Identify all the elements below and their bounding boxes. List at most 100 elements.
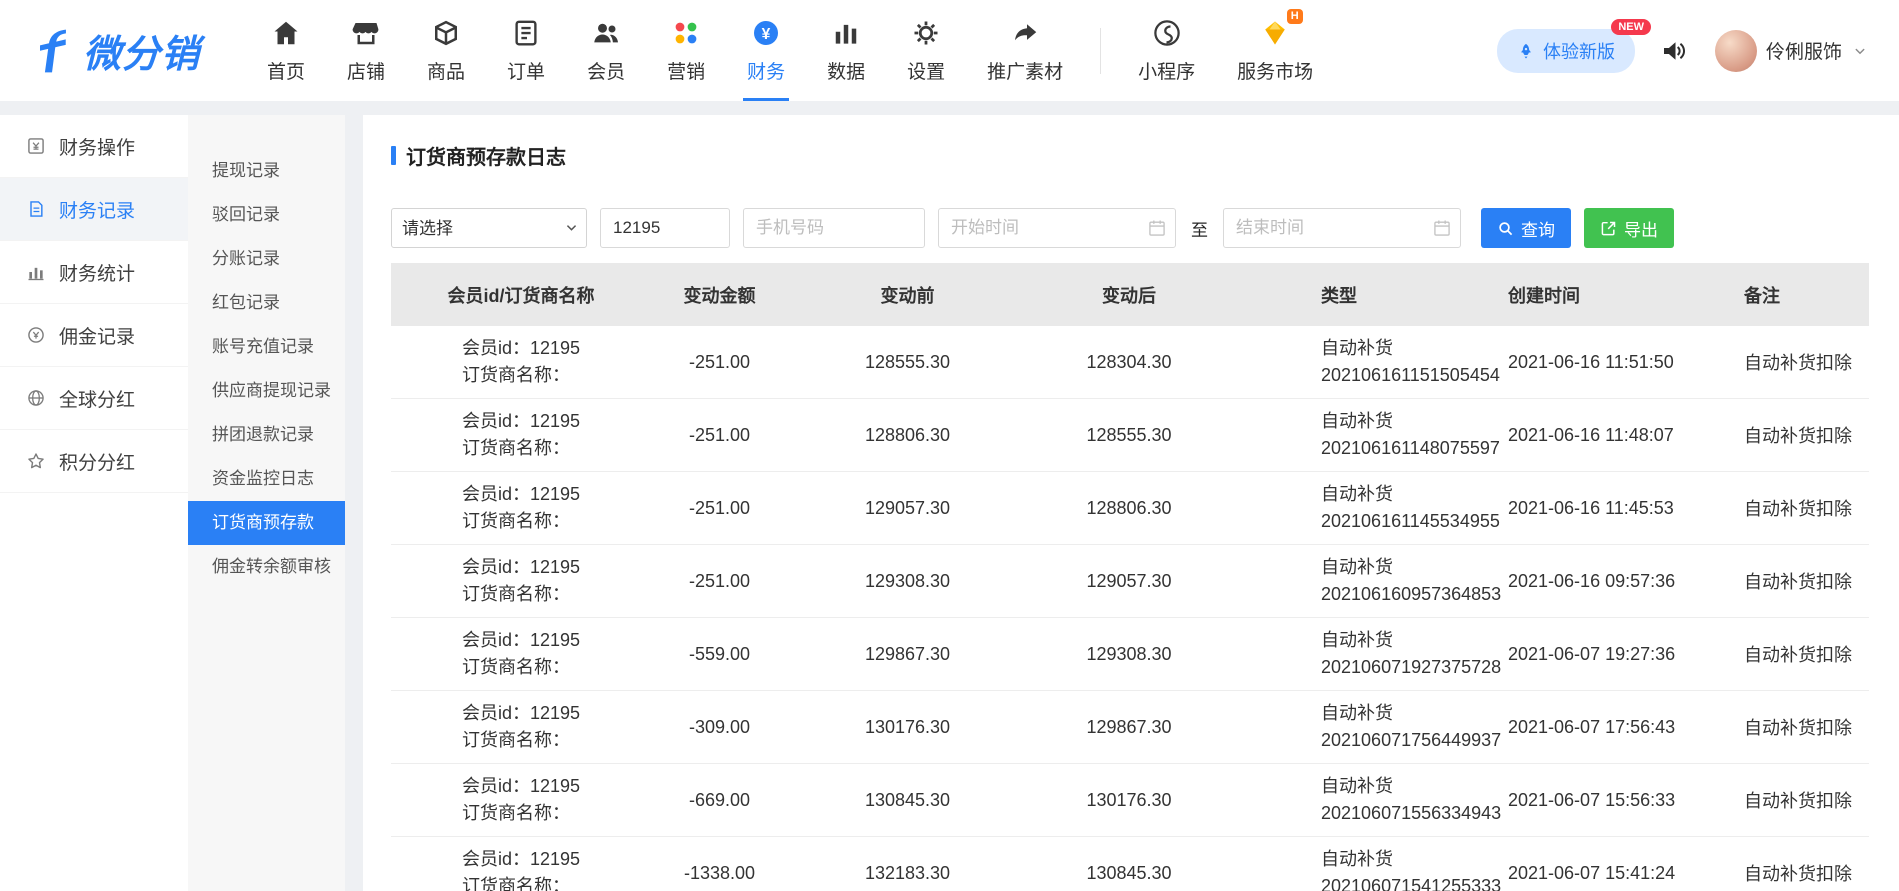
nav-item-shop[interactable]: 店铺: [326, 0, 406, 101]
nav-item-miniapp[interactable]: 小程序: [1117, 0, 1216, 101]
user-account-menu[interactable]: 伶俐服饰: [1715, 30, 1869, 72]
cell-created-time: 2021-06-07 19:27:36: [1508, 644, 1744, 665]
dealer-name-label: 订货商名称：: [462, 362, 580, 389]
submenu-item[interactable]: 佣金转余额审核: [188, 545, 345, 589]
submenu-item[interactable]: 资金监控日志: [188, 457, 345, 501]
type-select[interactable]: 请选择: [391, 208, 587, 248]
submenu-item[interactable]: 分账记录: [188, 237, 345, 281]
sidebar-item-points-dividend[interactable]: 积分分红: [0, 430, 188, 493]
dealer-name-label: 订货商名称：: [462, 654, 580, 681]
cell-after-balance: 128806.30: [1027, 498, 1231, 519]
submenu-item[interactable]: 红包记录: [188, 281, 345, 325]
nav-label: 首页: [267, 57, 305, 84]
main-nav: 首页 店铺 商品 订单 会员 营销 ¥ 财务 数据: [246, 0, 1334, 101]
cell-before-balance: 129308.30: [788, 571, 1027, 592]
new-badge: NEW: [1611, 19, 1651, 35]
chevron-down-icon: [1851, 42, 1869, 60]
cell-after-balance: 130176.30: [1027, 790, 1231, 811]
nav-item-data[interactable]: 数据: [806, 0, 886, 101]
export-button[interactable]: 导出: [1584, 208, 1674, 248]
nav-item-marketing[interactable]: 营销: [646, 0, 726, 101]
cell-type: 自动补货: [1321, 335, 1508, 362]
data-icon: [831, 18, 862, 49]
calendar-icon[interactable]: [1432, 218, 1452, 238]
sidebar-item-label: 积分分红: [59, 448, 135, 475]
cell-after-balance: 128555.30: [1027, 425, 1231, 446]
table-row: 会员id：12195 订货商名称： -251.00 128555.30 1283…: [391, 326, 1869, 399]
submenu-item[interactable]: 账号充值记录: [188, 325, 345, 369]
nav-item-home[interactable]: 首页: [246, 0, 326, 101]
settings-gear-icon: [911, 18, 942, 49]
start-date-input[interactable]: [938, 208, 1176, 248]
submenu-item-label: 账号充值记录: [212, 337, 314, 356]
service-market-icon: [1260, 18, 1291, 49]
member-id-input[interactable]: [600, 208, 730, 248]
nav-label: 小程序: [1138, 57, 1195, 84]
cell-remark: 自动补货扣除: [1744, 787, 1869, 813]
submenu-item[interactable]: 提现记录: [188, 149, 345, 193]
sidebar-item-finance-stats[interactable]: 财务统计: [0, 241, 188, 304]
try-new-version-button[interactable]: 体验新版 NEW: [1497, 29, 1635, 73]
main-content: 订货商预存款日志 请选择 至 查询: [363, 115, 1899, 891]
submenu-item[interactable]: 供应商提现记录: [188, 369, 345, 413]
nav-label: 推广素材: [987, 57, 1063, 84]
submenu: 提现记录 驳回记录 分账记录 红包记录 账号充值记录 供应商提现记录 拼团退款记…: [188, 115, 345, 891]
member-id-value: 12195: [530, 338, 580, 358]
nav-item-settings[interactable]: 设置: [886, 0, 966, 101]
sidebar-item-finance-records[interactable]: 财务记录: [0, 178, 188, 241]
cell-type-number: 202106160957364853: [1321, 581, 1508, 608]
phone-input[interactable]: [743, 208, 925, 248]
announcement-speaker-icon[interactable]: [1660, 36, 1690, 66]
cell-type-number: 202106071556334943: [1321, 800, 1508, 827]
nav-item-finance[interactable]: ¥ 财务: [726, 0, 806, 101]
nav-item-service-market[interactable]: H 服务市场: [1216, 0, 1334, 101]
dealer-name-label: 订货商名称：: [462, 873, 580, 891]
header-remark: 备注: [1744, 282, 1869, 308]
cell-type: 自动补货: [1321, 554, 1508, 581]
member-id-label: 会员id：: [462, 630, 530, 650]
table-row: 会员id：12195 订货商名称： -251.00 128806.30 1285…: [391, 399, 1869, 472]
submenu-item-label: 拼团退款记录: [212, 425, 314, 444]
nav-item-members[interactable]: 会员: [566, 0, 646, 101]
member-id-label: 会员id：: [462, 776, 530, 796]
submenu-item[interactable]: 驳回记录: [188, 193, 345, 237]
page-title-text: 订货商预存款日志: [406, 141, 566, 170]
table-body: 会员id：12195 订货商名称： -251.00 128555.30 1283…: [391, 326, 1869, 891]
home-icon: [271, 18, 302, 49]
dealer-name-label: 订货商名称：: [462, 727, 580, 754]
dealer-name-label: 订货商名称：: [462, 508, 580, 535]
sidebar-item-commission-records[interactable]: 佣金记录: [0, 304, 188, 367]
filter-bar: 请选择 至 查询 导出: [391, 208, 1869, 248]
header-member: 会员id/订货商名称: [391, 282, 651, 308]
table-header: 会员id/订货商名称 变动金额 变动前 变动后 类型 创建时间 备注: [391, 263, 1869, 326]
calendar-icon[interactable]: [1147, 218, 1167, 238]
member-id-label: 会员id：: [462, 557, 530, 577]
header-type: 类型: [1231, 282, 1508, 308]
submenu-item[interactable]: 拼团退款记录: [188, 413, 345, 457]
member-id-value: 12195: [530, 557, 580, 577]
submenu-item-label: 资金监控日志: [212, 469, 314, 488]
cell-after-balance: 129867.30: [1027, 717, 1231, 738]
finance-records-icon: [26, 199, 46, 219]
nav-item-goods[interactable]: 商品: [406, 0, 486, 101]
end-date-input[interactable]: [1223, 208, 1461, 248]
sidebar-item-global-dividend[interactable]: 全球分红: [0, 367, 188, 430]
nav-label: 数据: [827, 57, 865, 84]
submenu-item-label: 驳回记录: [212, 205, 280, 224]
nav-label: 订单: [507, 57, 545, 84]
export-icon: [1600, 220, 1617, 237]
brand-logo[interactable]: 微分销: [34, 0, 246, 101]
nav-item-promo-materials[interactable]: 推广素材: [966, 0, 1084, 101]
member-id-label: 会员id：: [462, 338, 530, 358]
cell-remark: 自动补货扣除: [1744, 714, 1869, 740]
cell-type-number: 202106161145534955: [1321, 508, 1508, 535]
sidebar-item-label: 财务统计: [59, 259, 135, 286]
search-button[interactable]: 查询: [1481, 208, 1571, 248]
submenu-item-label: 提现记录: [212, 161, 280, 180]
cell-type-number: 202106071541255333: [1321, 873, 1508, 891]
navbar-right: 体验新版 NEW 伶俐服饰: [1497, 0, 1869, 101]
top-navbar: 微分销 首页 店铺 商品 订单 会员 营销 ¥ 财务: [0, 0, 1899, 101]
nav-item-orders[interactable]: 订单: [486, 0, 566, 101]
submenu-item[interactable]: 订货商预存款: [188, 501, 345, 545]
sidebar-item-finance-ops[interactable]: 财务操作: [0, 115, 188, 178]
